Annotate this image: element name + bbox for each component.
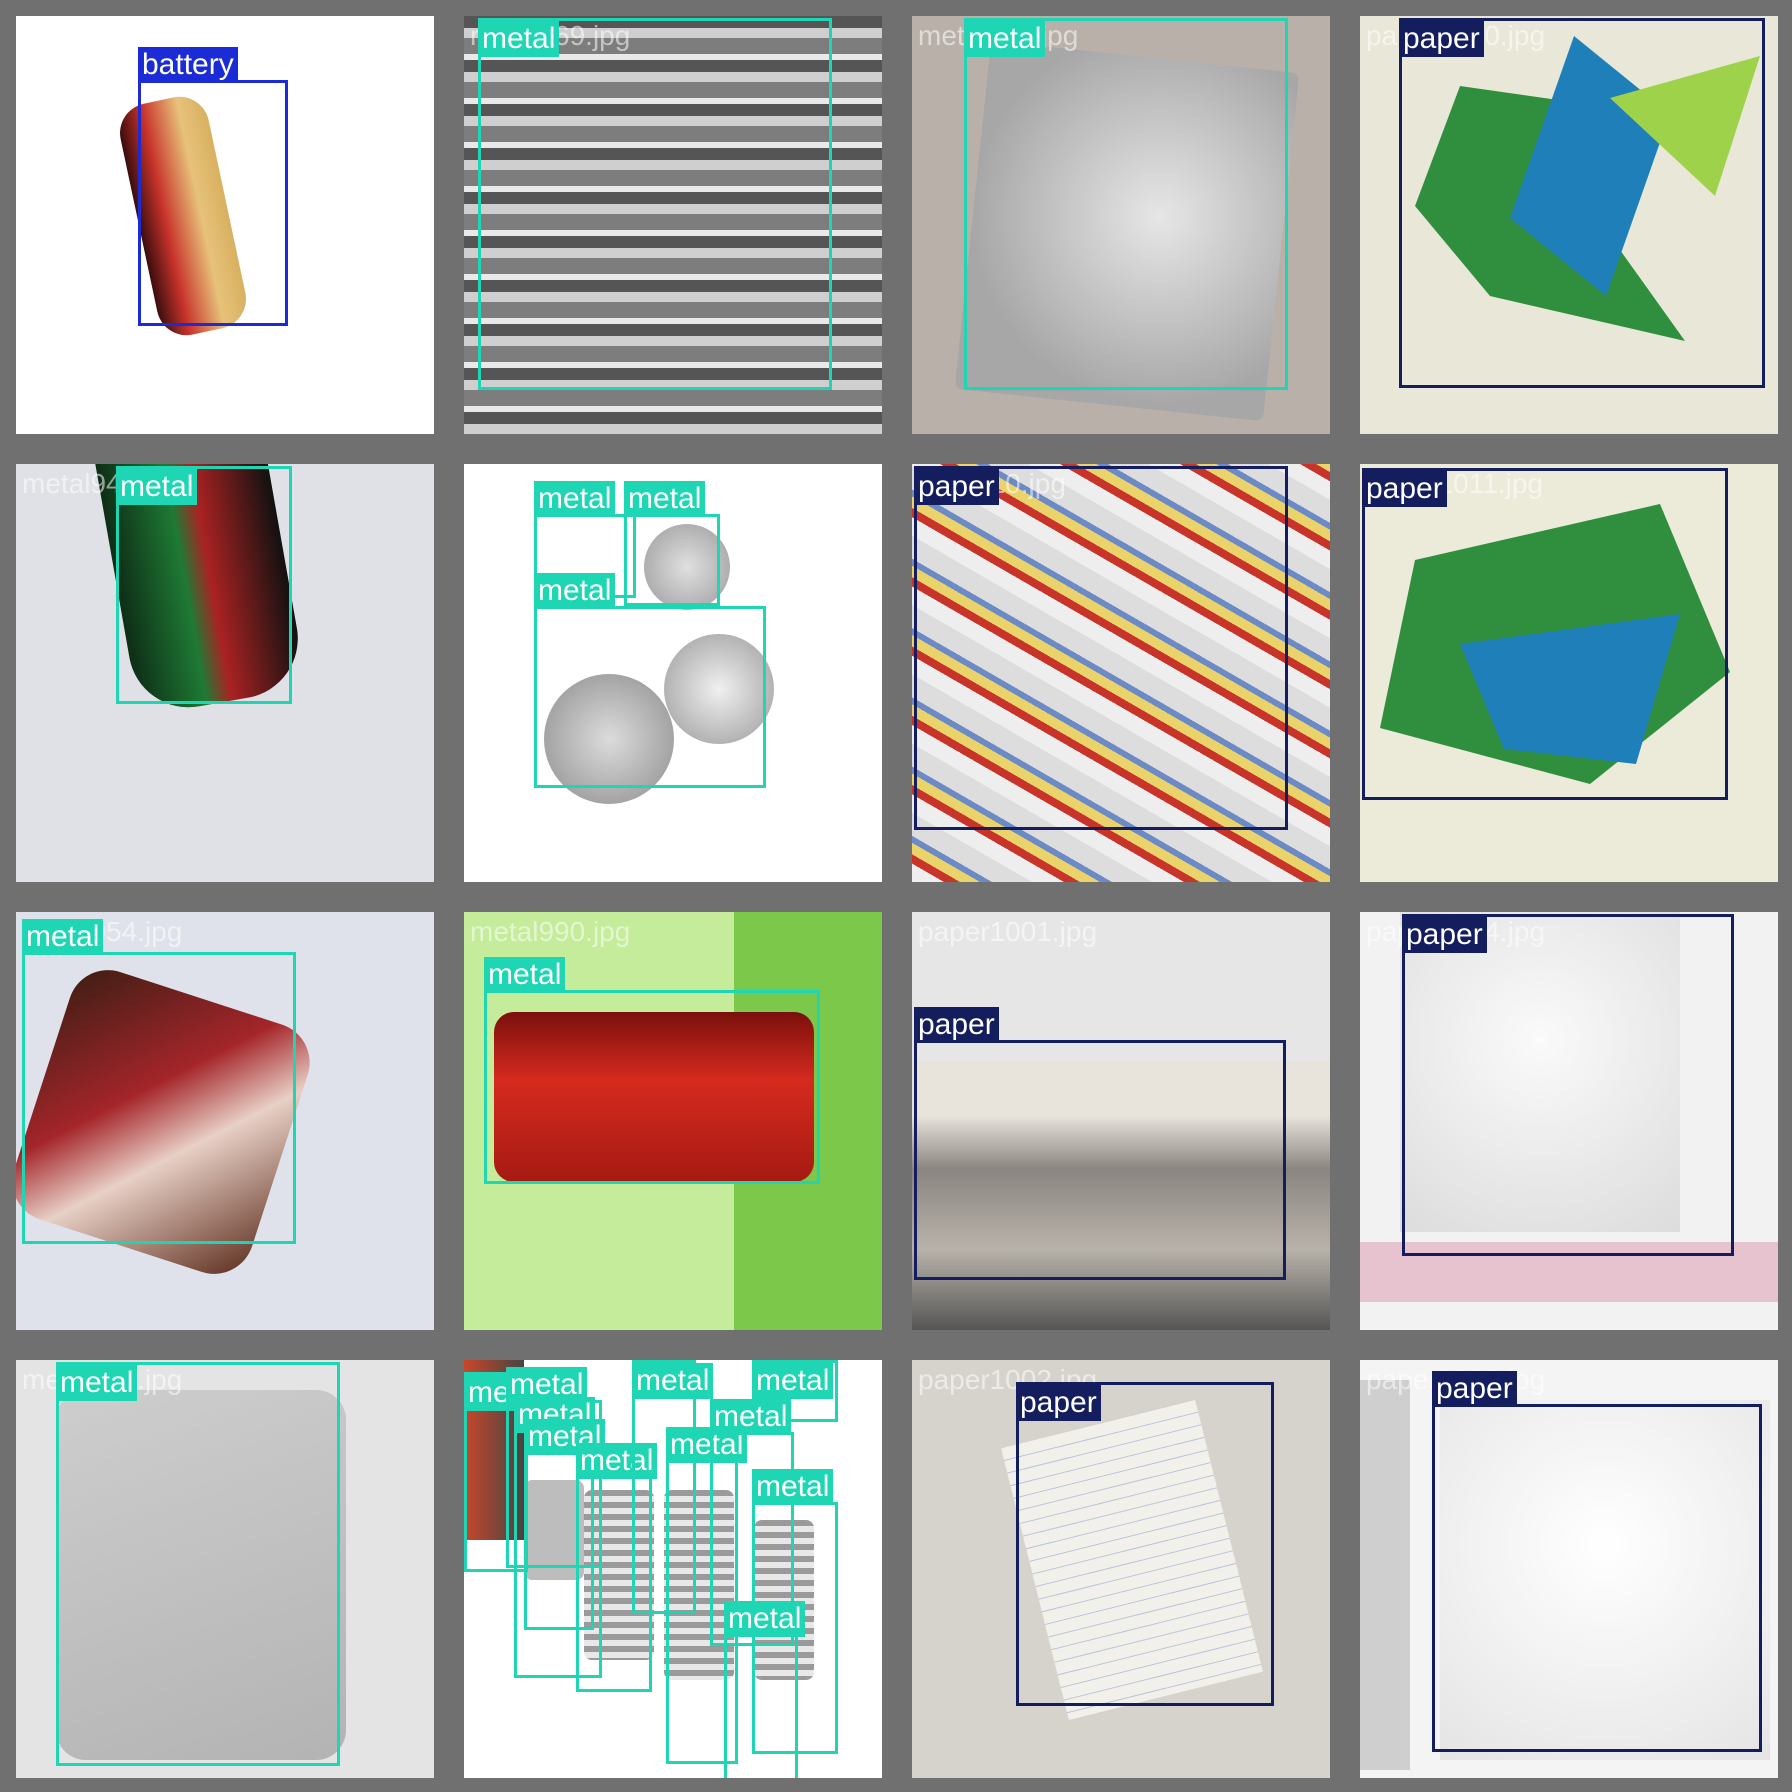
result-tile: metal957.jpgmetal	[16, 1360, 434, 1778]
result-tile: paper10.jpgpaper	[912, 464, 1330, 882]
metal-class-label: metal	[964, 21, 1046, 57]
metal-class-label: metal	[56, 1365, 138, 1401]
result-tile: paper1002.jpg paper	[912, 1360, 1330, 1778]
result-tile: paper1015.jpgpaper	[1360, 1360, 1778, 1778]
metal-class-label: metal	[724, 1601, 806, 1637]
metal-class-label: metal	[478, 21, 560, 57]
paper-class-label: paper	[1362, 471, 1447, 507]
metal-class-label: metal	[116, 469, 198, 505]
result-tile: paper1011.jpg paper	[1360, 464, 1778, 882]
paper-class-label: paper	[1016, 1385, 1101, 1421]
image-filename: battery1000.jpg	[22, 20, 216, 51]
result-tile: metal969.jpgmetal	[464, 16, 882, 434]
result-tile: metal994.jpgmetalmetalmetalmetalmetalmet…	[464, 1360, 882, 1778]
result-tile: metal996.jpgmetal	[912, 16, 1330, 434]
metal-bounding-box: metal	[534, 573, 766, 788]
paper-bounding-box: paper	[1399, 18, 1765, 388]
metal-class-label: metal	[22, 919, 104, 955]
metal-bounding-box: metal	[624, 481, 720, 606]
battery-class-label: battery	[138, 47, 238, 83]
paper-bounding-box: paper	[914, 466, 1288, 830]
metal-bounding-box: metal	[116, 466, 292, 704]
battery-bounding-box: battery	[138, 47, 288, 326]
metal-bounding-box: metal	[56, 1362, 340, 1766]
metal-bounding-box: metal	[964, 18, 1288, 390]
photo-content	[1360, 1380, 1410, 1770]
paper-class-label: paper	[1402, 917, 1487, 953]
paper-bounding-box: paper	[1432, 1371, 1762, 1752]
result-tile: metal99.jpgmetalmetalmetal	[464, 464, 882, 882]
result-tile: paper1001.jpg paper	[912, 912, 1330, 1330]
paper-class-label: paper	[914, 1007, 999, 1043]
metal-bounding-box: metal	[724, 1601, 806, 1778]
metal-class-label: metal	[534, 481, 616, 517]
paper-bounding-box: paper	[1016, 1382, 1274, 1706]
metal-class-label: metal	[632, 1363, 714, 1399]
result-tile: battery1000.jpg battery	[16, 16, 434, 434]
image-filename: paper1001.jpg	[918, 916, 1098, 947]
paper-bounding-box: paper	[914, 1007, 1286, 1280]
result-tile: paper1010.jpgpaper	[1360, 16, 1778, 434]
metal-class-label: metal	[752, 1363, 834, 1399]
paper-class-label: paper	[914, 469, 999, 505]
metal-class-label: metal	[534, 573, 616, 609]
metal-bounding-box: metal	[478, 18, 832, 390]
metal-bounding-box: metal	[484, 957, 820, 1184]
paper-class-label: paper	[1432, 1371, 1517, 1407]
result-tile: metal990.jpg metal	[464, 912, 882, 1330]
image-filename: metal990.jpg	[470, 916, 631, 947]
paper-bounding-box: paper	[1362, 468, 1728, 800]
metal-class-label: metal	[484, 957, 566, 993]
metal-class-label: metal	[752, 1469, 834, 1505]
result-tile: metal954.jpgmetal	[16, 912, 434, 1330]
result-tile: paper1014.jpgpaper	[1360, 912, 1778, 1330]
paper-class-label: paper	[1399, 21, 1484, 57]
metal-bounding-box: metal	[22, 919, 296, 1244]
paper-bounding-box: paper	[1402, 914, 1734, 1256]
metal-class-label: metal	[624, 481, 706, 517]
result-tile: metal944.jpg metal	[16, 464, 434, 882]
metal-class-label: metal	[710, 1399, 792, 1435]
